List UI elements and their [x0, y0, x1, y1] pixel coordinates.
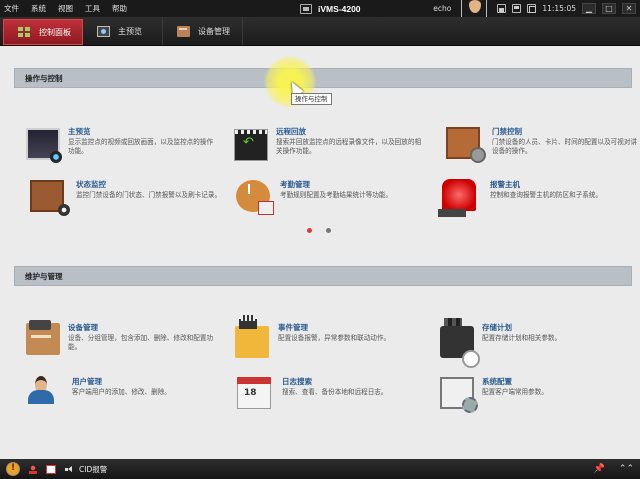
app-title-text: iVMS-4200	[318, 3, 361, 14]
item-desc: 配置客户端常用参数。	[482, 388, 548, 396]
item-user-management[interactable]: 用户管理 客户端用户的添加、修改、删除。	[24, 374, 224, 410]
item-main-view[interactable]: 主预览 显示监控点的视频或回放画面，以及监控点的操作功能。	[24, 124, 224, 163]
item-title[interactable]: 远程回放	[276, 126, 426, 137]
item-title[interactable]: 存储计划	[482, 322, 632, 333]
item-desc: 配置设备报警，异常参数和联动动作。	[278, 334, 391, 342]
event-management-icon	[235, 315, 269, 358]
log-search-icon	[237, 377, 271, 409]
alarm-host-icon	[438, 179, 476, 217]
section-header-operation: 操作与控制	[14, 68, 632, 88]
tab-label: 设备管理	[198, 26, 230, 36]
menu-system[interactable]: 系统	[31, 3, 52, 14]
item-event-management[interactable]: 事件管理 配置设备报警，异常参数和联动动作。	[232, 315, 432, 358]
app-title: iVMS-4200	[300, 0, 361, 17]
item-title[interactable]: 系统配置	[482, 376, 632, 387]
close-button[interactable]: ✕	[622, 3, 636, 14]
alarm-warning-icon[interactable]	[6, 462, 20, 476]
item-desc: 搜索并回放监控点的远程录像文件，以及回放的相关操作功能。	[276, 138, 422, 155]
item-attendance[interactable]: 考勤管理 考勤规则配置及考勤结果统计等功能。	[232, 177, 432, 215]
lock-icon[interactable]	[497, 4, 507, 13]
status-bar: CID报警 📌 ⌃⌃	[0, 459, 640, 479]
cpu-icon	[527, 4, 537, 13]
main-view-icon	[26, 128, 62, 163]
tab-control-panel[interactable]: 控制面板	[3, 19, 83, 45]
item-title[interactable]: 日志搜索	[282, 376, 432, 387]
maximize-button[interactable]: □	[602, 3, 616, 14]
menu-view[interactable]: 视图	[58, 3, 79, 14]
item-title[interactable]: 用户管理	[72, 376, 222, 387]
section-header-maintenance: 维护与管理	[14, 266, 632, 286]
device-management-icon	[177, 25, 190, 37]
item-alarm-host[interactable]: 报警主机 控制和查询报警主机的防区和子系统。	[434, 177, 634, 217]
section-title: 维护与管理	[25, 271, 63, 281]
item-title[interactable]: 主预览	[68, 126, 218, 137]
item-desc: 监控门禁设备的门状态、门禁报警以及刷卡记录。	[76, 191, 222, 199]
tab-label: 控制面板	[39, 27, 71, 37]
control-panel-content: 操作与控制 主预览 显示监控点的视频或回放画面，以及监控点的操作功能。 远程回放…	[0, 46, 640, 459]
tab-device-management[interactable]: 设备管理	[163, 17, 243, 45]
item-status-monitor[interactable]: 状态监控 监控门禁设备的门状态、门禁报警以及刷卡记录。	[24, 177, 226, 216]
title-bar: 文件 系统 视图 工具 帮助 iVMS-4200 echo 11:15:05 ▁…	[0, 0, 640, 23]
control-panel-icon	[18, 26, 31, 38]
cid-alarm-label[interactable]: CID报警	[79, 464, 107, 475]
statusbar-right: 📌 ⌃⌃	[594, 459, 634, 479]
item-desc: 考勤规则配置及考勤结果统计等功能。	[280, 191, 393, 199]
attendance-icon	[236, 180, 274, 215]
menu-help[interactable]: 帮助	[112, 3, 133, 14]
current-user: echo	[433, 4, 452, 13]
main-view-icon	[97, 25, 110, 37]
device-alarm-icon[interactable]	[46, 464, 56, 474]
user-management-icon	[28, 376, 62, 408]
status-monitor-icon	[30, 180, 70, 216]
menu-file[interactable]: 文件	[4, 3, 25, 14]
item-desc: 设备、分组管理，包含添加、删除、修改和配置功能。	[68, 334, 214, 351]
clock: 11:15:05	[542, 4, 576, 13]
section-title: 操作与控制	[25, 73, 63, 83]
storage-schedule-icon	[440, 318, 480, 368]
tab-label: 主预览	[118, 26, 142, 36]
titlebar-right: echo 11:15:05 ▁ □ ✕	[433, 0, 636, 23]
tab-bar: 控制面板 主预览 设备管理	[0, 17, 640, 46]
pagination-dots	[307, 228, 331, 233]
disk-icon	[512, 4, 522, 13]
menu-tools[interactable]: 工具	[85, 3, 106, 14]
item-title[interactable]: 考勤管理	[280, 179, 430, 190]
item-access-control[interactable]: 门禁控制 门禁设备的人员、卡片、时间的配置以及可视对讲设备的操作。	[440, 124, 640, 163]
item-title[interactable]: 事件管理	[278, 322, 428, 333]
item-remote-playback[interactable]: 远程回放 搜索并回放监控点的远程录像文件，以及回放的相关操作功能。	[232, 124, 432, 161]
person-alarm-icon[interactable]	[28, 464, 38, 474]
expand-up-icon[interactable]: ⌃⌃	[619, 464, 634, 474]
speaker-icon[interactable]	[64, 464, 74, 474]
item-desc: 显示监控点的视频或回放画面，以及监控点的操作功能。	[68, 138, 214, 155]
item-desc: 门禁设备的人员、卡片、时间的配置以及可视对讲设备的操作。	[492, 138, 638, 155]
item-title[interactable]: 门禁控制	[492, 126, 640, 137]
app-logo-icon	[300, 3, 312, 14]
page-dot-1[interactable]	[307, 228, 312, 233]
menu-bar: 文件 系统 视图 工具 帮助	[0, 3, 139, 14]
item-desc: 搜索、查看、备份本地和远程日志。	[282, 388, 388, 396]
pin-icon[interactable]: 📌	[594, 464, 605, 474]
item-log-search[interactable]: 日志搜索 搜索、查看、备份本地和远程日志。	[232, 374, 432, 410]
device-management-icon	[26, 320, 60, 355]
item-title[interactable]: 设备管理	[68, 322, 218, 333]
item-title[interactable]: 报警主机	[490, 179, 640, 190]
item-desc: 配置存储计划和相关参数。	[482, 334, 562, 342]
item-storage-schedule[interactable]: 存储计划 配置存储计划和相关参数。	[438, 318, 638, 368]
tooltip: 操作与控制	[291, 93, 332, 105]
item-title[interactable]: 状态监控	[76, 179, 226, 190]
item-system-config[interactable]: 系统配置 配置客户端常用参数。	[438, 374, 638, 413]
item-desc: 客户端用户的添加、修改、删除。	[72, 388, 171, 396]
access-control-icon	[446, 127, 486, 163]
item-device-management[interactable]: 设备管理 设备、分组管理，包含添加、删除、修改和配置功能。	[24, 320, 224, 356]
remote-playback-icon	[234, 129, 268, 161]
minimize-button[interactable]: ▁	[582, 3, 596, 14]
item-desc: 控制和查询报警主机的防区和子系统。	[490, 191, 603, 199]
tab-main-view[interactable]: 主预览	[83, 17, 163, 45]
page-dot-2[interactable]	[326, 228, 331, 233]
system-config-icon	[440, 377, 478, 413]
